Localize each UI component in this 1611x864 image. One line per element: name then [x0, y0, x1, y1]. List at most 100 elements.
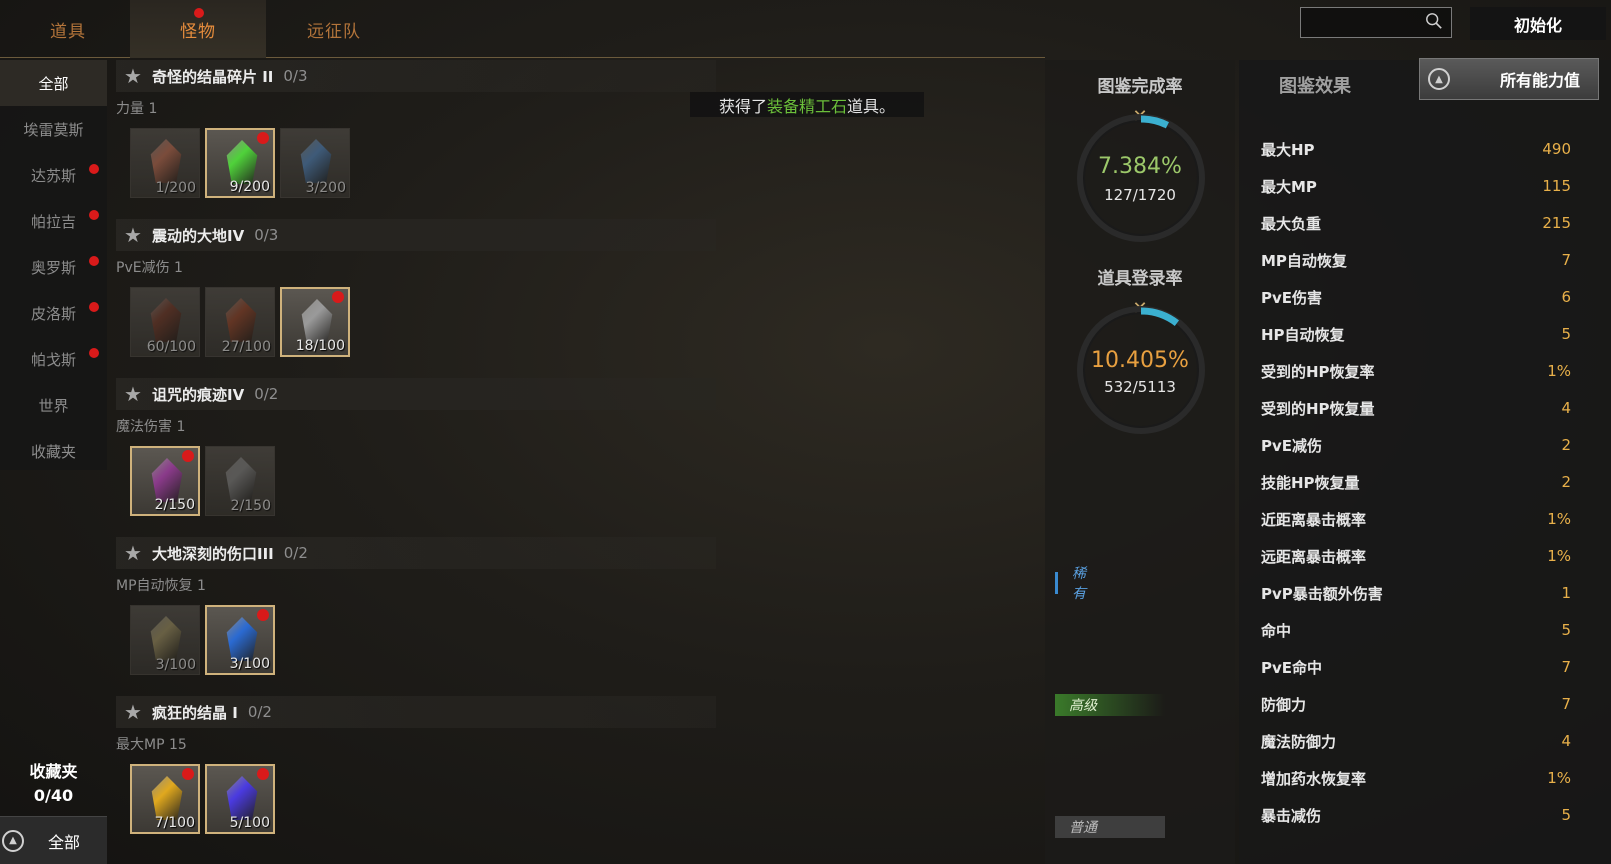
stat-value: 1	[1561, 584, 1571, 602]
crystal-icon	[150, 298, 182, 342]
item-slot[interactable]: 3/100	[205, 605, 275, 675]
collection-list: ★ 奇怪的结晶碎片 II 0/3 力量 1 1/200 9/200 3/200 ★ 震动的大地I…	[116, 60, 716, 855]
star-icon[interactable]: ★	[124, 64, 146, 88]
item-quantity: 2/150	[230, 498, 271, 514]
star-icon[interactable]: ★	[124, 223, 146, 247]
sidebar-item-label: 帕戈斯	[30, 350, 76, 369]
filter-all-button[interactable]: ▲ 全部	[0, 816, 107, 864]
reset-button[interactable]: 初始化	[1470, 7, 1606, 40]
alert-dot	[89, 302, 99, 312]
star-icon[interactable]: ★	[124, 541, 146, 565]
sidebar-item[interactable]: 奥罗斯	[0, 244, 107, 290]
sidebar-item[interactable]: 世界	[0, 382, 107, 428]
item-slot[interactable]: 27/100	[205, 287, 275, 357]
registration-percent: 10.405%	[1091, 348, 1189, 373]
collection-entry[interactable]: ★ 奇怪的结晶碎片 II 0/3 力量 1 1/200 9/200 3/200	[116, 60, 716, 219]
entry-stat: MP自动恢复 1	[116, 578, 206, 594]
item-slot[interactable]: 5/100	[205, 764, 275, 834]
stat-row: 近距离暴击概率 1%	[1261, 506, 1571, 532]
stat-value: 1%	[1547, 362, 1571, 380]
item-slot[interactable]: 2/150	[205, 446, 275, 516]
item-slot[interactable]: 18/100	[280, 287, 350, 357]
stat-row: PvP暴击额外伤害 1	[1261, 580, 1571, 606]
crystal-icon	[226, 617, 258, 661]
crystal-icon	[300, 139, 332, 183]
tab-label: 道具	[50, 21, 86, 42]
item-slot[interactable]: 3/200	[280, 128, 350, 198]
notice-item: 装备精工石	[766, 96, 847, 116]
item-quantity: 27/100	[221, 339, 271, 355]
sidebar-item[interactable]: 皮洛斯	[0, 290, 107, 336]
entry-title: 疯狂的结晶 I	[152, 703, 238, 722]
sidebar-item[interactable]: 全部	[0, 60, 107, 106]
entry-header: ★ 大地深刻的伤口III 0/2	[116, 537, 716, 569]
stat-row: 受到的HP恢复量 4	[1261, 395, 1571, 421]
tab-monsters[interactable]: 怪物	[130, 0, 266, 58]
sidebar-item[interactable]: 收藏夹	[0, 428, 107, 474]
chevron-up-icon: ▲	[2, 829, 24, 852]
item-slot[interactable]: 7/100	[130, 764, 200, 834]
crystal-icon	[226, 776, 258, 820]
crystal-icon	[225, 298, 257, 342]
entry-count: 0/2	[247, 703, 272, 721]
item-quantity: 3/100	[155, 657, 196, 673]
tab-items[interactable]: 道具	[0, 0, 136, 58]
entry-count: 0/3	[254, 226, 279, 244]
item-slot[interactable]: 2/150	[130, 446, 200, 516]
tab-expedition[interactable]: 远征队	[266, 0, 402, 58]
item-quantity: 3/200	[305, 180, 346, 196]
item-slots: 60/100 27/100 18/100	[130, 287, 716, 357]
entry-count: 0/2	[283, 544, 308, 562]
stat-name: 近距离暴击概率	[1261, 510, 1367, 529]
acquired-notice: 获得了 装备精工石 道具。	[690, 92, 924, 117]
item-quantity: 18/100	[295, 338, 345, 354]
search-icon[interactable]	[1425, 12, 1443, 30]
item-slot[interactable]: 9/200	[205, 128, 275, 198]
entry-header: ★ 震动的大地IV 0/3	[116, 219, 716, 251]
collection-entry[interactable]: ★ 疯狂的结晶 I 0/2 最大MP 15 7/100 5/100	[116, 696, 716, 855]
completion-percent: 7.384%	[1098, 154, 1182, 179]
stat-value: 7	[1561, 251, 1571, 269]
stat-value: 1%	[1547, 547, 1571, 565]
entry-header: ★ 诅咒的痕迹IV 0/2	[116, 378, 716, 410]
stat-row: PvE减伤 2	[1261, 432, 1571, 458]
alert-dot	[182, 768, 194, 780]
stat-name: PvE命中	[1261, 658, 1323, 677]
sidebar-item-label: 收藏夹	[30, 442, 76, 461]
favorites-count: 0/40	[33, 786, 74, 805]
stat-value: 4	[1561, 732, 1571, 750]
stat-value: 1%	[1547, 769, 1571, 787]
alert-dot	[89, 256, 99, 266]
stat-row: 远距离暴击概率 1%	[1261, 543, 1571, 569]
star-icon[interactable]: ★	[124, 700, 146, 724]
item-quantity: 60/100	[146, 339, 196, 355]
entry-title: 诅咒的痕迹IV	[152, 385, 245, 404]
stat-row: PvE伤害 6	[1261, 284, 1571, 310]
stat-value: 2	[1561, 473, 1571, 491]
sidebar-item[interactable]: 埃雷莫斯	[0, 106, 107, 152]
item-slot[interactable]: 3/100	[130, 605, 200, 675]
notice-suffix: 道具。	[847, 96, 896, 116]
crystal-icon	[151, 458, 183, 502]
stat-name: 命中	[1261, 621, 1292, 640]
all-stats-button[interactable]: ▲ 所有能力值	[1419, 58, 1599, 100]
collection-entry[interactable]: ★ 诅咒的痕迹IV 0/2 魔法伤害 1 2/150 2/150	[116, 378, 716, 537]
item-slot[interactable]: 60/100	[130, 287, 200, 357]
search-input[interactable]	[1300, 7, 1452, 38]
star-icon[interactable]: ★	[124, 382, 146, 406]
stat-name: 受到的HP恢复量	[1261, 399, 1375, 418]
sidebar-item[interactable]: 帕戈斯	[0, 336, 107, 382]
stat-row: 最大HP 490	[1261, 136, 1571, 162]
entry-title: 大地深刻的伤口III	[152, 544, 274, 563]
sidebar-item[interactable]: 帕拉吉	[0, 198, 107, 244]
collection-entry[interactable]: ★ 大地深刻的伤口III 0/2 MP自动恢复 1 3/100 3/100	[116, 537, 716, 696]
item-quantity: 2/150	[154, 497, 195, 513]
sidebar-item[interactable]: 达苏斯	[0, 152, 107, 198]
collection-entry[interactable]: ★ 震动的大地IV 0/3 PvE减伤 1 60/100 27/100 18/100	[116, 219, 716, 378]
stat-row: 防御力 7	[1261, 691, 1571, 717]
stat-name: PvP暴击额外伤害	[1261, 584, 1383, 603]
grade-advanced: 高级	[1055, 694, 1165, 716]
alert-dot	[89, 164, 99, 174]
stat-value: 490	[1542, 140, 1571, 158]
item-slot[interactable]: 1/200	[130, 128, 200, 198]
